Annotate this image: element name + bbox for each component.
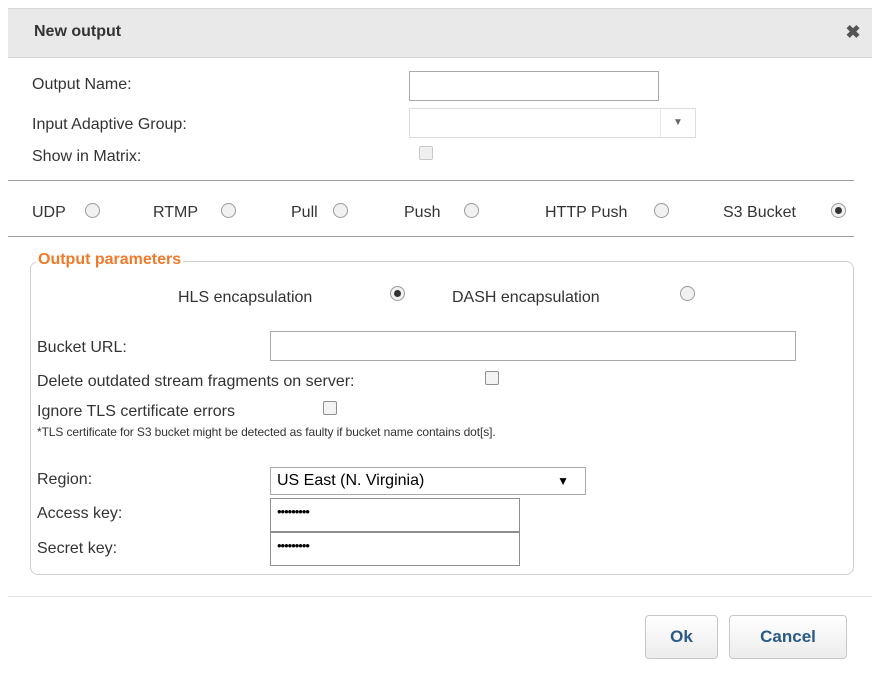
show-in-matrix-label: Show in Matrix: xyxy=(32,148,142,165)
radio-http-push[interactable] xyxy=(654,203,669,218)
dash-encapsulation-label: DASH encapsulation xyxy=(452,289,600,306)
radio-udp[interactable] xyxy=(85,203,100,218)
radio-label-s3-bucket: S3 Bucket xyxy=(723,204,796,221)
divider xyxy=(8,180,854,181)
dialog-title: New output xyxy=(34,23,122,40)
chevron-down-icon: ▼ xyxy=(660,109,695,137)
access-key-masked: ••••••••• xyxy=(277,504,310,519)
secret-key-label: Secret key: xyxy=(37,540,118,557)
radio-push[interactable] xyxy=(464,203,479,218)
bucket-url-label: Bucket URL: xyxy=(37,339,127,356)
close-icon[interactable]: ✖ xyxy=(844,23,862,41)
ignore-tls-label: Ignore TLS certificate errors xyxy=(37,403,236,420)
radio-pull[interactable] xyxy=(333,203,348,218)
dialog-titlebar: New output ✖ xyxy=(8,8,872,58)
hls-encapsulation-label: HLS encapsulation xyxy=(178,289,313,306)
output-parameters-legend: Output parameters xyxy=(36,251,184,269)
input-adaptive-group-label: Input Adaptive Group: xyxy=(32,116,187,133)
delete-fragments-label: Delete outdated stream fragments on serv… xyxy=(37,373,355,390)
radio-label-pull: Pull xyxy=(291,204,318,221)
cancel-button[interactable]: Cancel xyxy=(729,615,847,659)
ok-button[interactable]: Ok xyxy=(645,615,718,659)
caret-down-icon: ▼ xyxy=(557,474,569,488)
access-key-input[interactable]: ••••••••• xyxy=(270,498,520,532)
tls-note: *TLS certificate for S3 bucket might be … xyxy=(37,425,496,439)
radio-label-push: Push xyxy=(404,204,441,221)
bucket-url-input[interactable] xyxy=(270,331,796,361)
secret-key-masked: ••••••••• xyxy=(277,538,310,553)
region-label: Region: xyxy=(37,471,93,488)
footer-divider xyxy=(8,596,872,597)
region-value: US East (N. Virginia) xyxy=(277,472,425,489)
radio-label-http-push: HTTP Push xyxy=(545,204,628,221)
secret-key-input[interactable]: ••••••••• xyxy=(270,532,520,566)
input-adaptive-group-select[interactable]: ▼ xyxy=(409,108,696,138)
radio-hls-encapsulation[interactable] xyxy=(390,286,405,301)
output-name-input[interactable] xyxy=(409,71,659,101)
access-key-label: Access key: xyxy=(37,505,123,522)
radio-dash-encapsulation[interactable] xyxy=(680,286,695,301)
output-name-label: Output Name: xyxy=(32,76,132,93)
radio-s3-bucket[interactable] xyxy=(831,203,846,218)
top-strip xyxy=(0,0,872,8)
region-select[interactable]: US East (N. Virginia) ▼ xyxy=(270,467,586,495)
radio-rtmp[interactable] xyxy=(221,203,236,218)
radio-label-rtmp: RTMP xyxy=(153,204,199,221)
show-in-matrix-checkbox[interactable] xyxy=(419,146,433,160)
radio-label-udp: UDP xyxy=(32,204,66,221)
delete-fragments-checkbox[interactable] xyxy=(485,371,499,385)
ignore-tls-checkbox[interactable] xyxy=(323,401,337,415)
divider xyxy=(8,236,854,237)
